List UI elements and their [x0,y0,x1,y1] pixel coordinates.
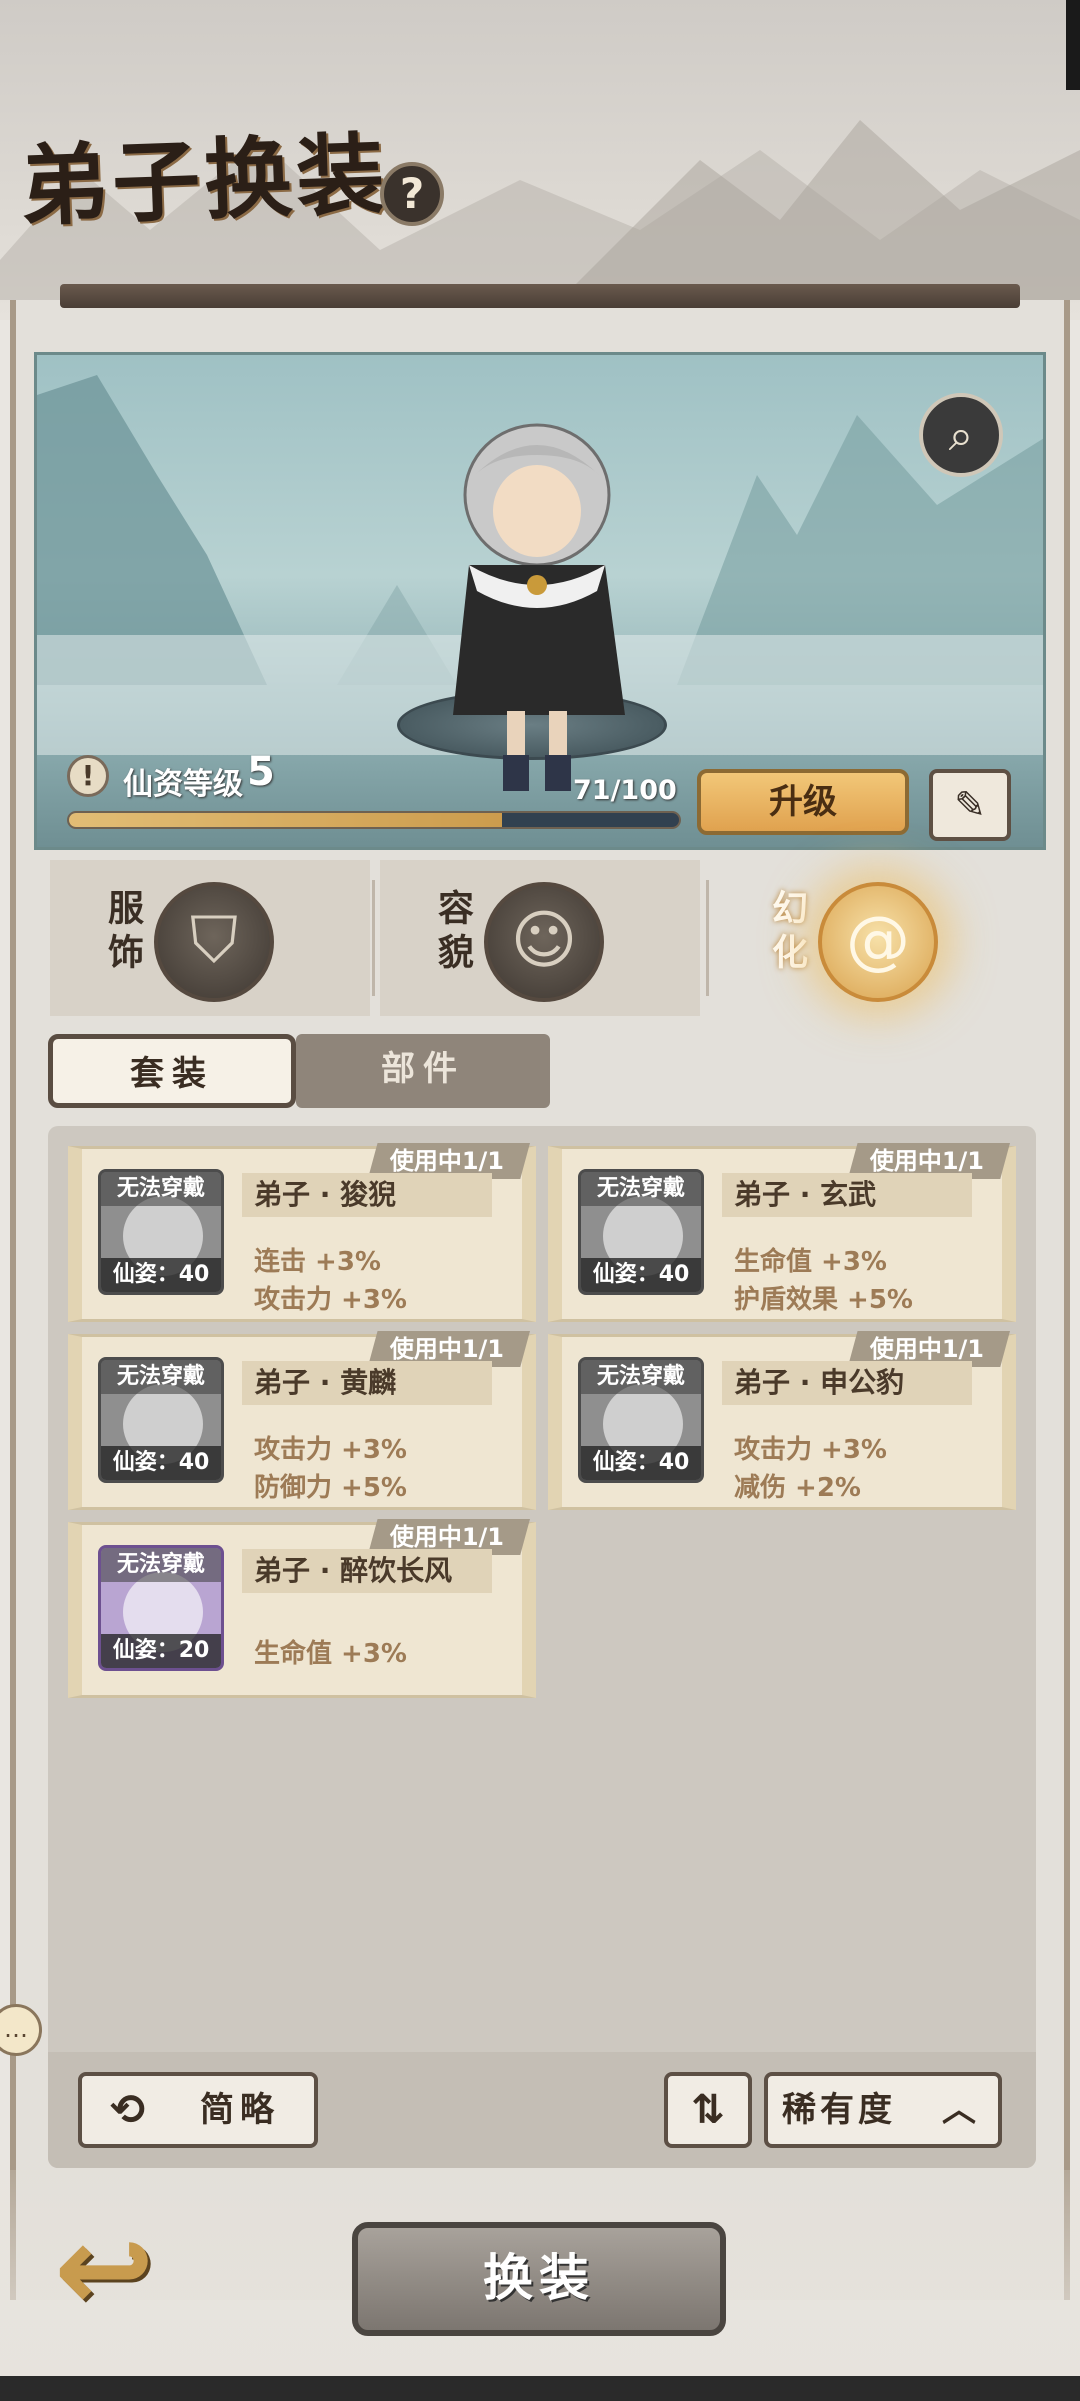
outfit-card[interactable]: 使用中1/1 无法穿戴 仙姿：40 弟子 · 玄武 生命值 +3% 护盾效果 +… [548,1143,1016,1322]
stat-line: 生命值 +3% [254,1639,407,1669]
tab-outfit[interactable]: 服饰 ⛉ [50,860,370,1016]
outfit-preview-icon[interactable]: ⌕ [919,393,1003,477]
level-label: 仙资等级 [123,767,243,802]
appearance-check-icon[interactable]: ✎ [929,769,1011,841]
subtab-parts[interactable]: 部件 [296,1034,550,1108]
upgrade-button[interactable]: 升级 [697,769,909,835]
panel-frame [60,284,1020,308]
stat-line: 攻击力 +3% [734,1435,887,1465]
tab-divider [372,880,375,996]
level-info-icon[interactable]: ! [67,755,109,797]
sort-label: 稀有度 [782,2090,896,2130]
sort-direction-icon[interactable]: ⇅ [664,2072,752,2148]
subtab-set[interactable]: 套装 [48,1034,296,1108]
cannot-wear-label: 无法穿戴 [101,1360,221,1394]
tab-divider [706,880,709,996]
tab-appearance[interactable]: 容貌 ☺ [380,860,700,1016]
cannot-wear-label: 无法穿戴 [101,1548,221,1582]
outfit-name: 弟子 · 醉饮长风 [242,1549,492,1593]
outfit-name: 弟子 · 申公豹 [722,1361,972,1405]
help-button[interactable]: ? [380,162,444,226]
outfit-name: 弟子 · 狻猊 [242,1173,492,1217]
portrait: 无法穿戴 仙姿：40 [578,1357,704,1483]
cannot-wear-label: 无法穿戴 [581,1172,701,1206]
tab-transform[interactable]: 幻化 @ [714,860,1034,1016]
status-edge [1066,0,1080,90]
character-preview: ⌕ ! 仙资等级 5 71/100 升级 ✎ [34,352,1046,850]
brief-label: 简略 [200,2090,280,2130]
character-sprite[interactable] [429,415,649,795]
cannot-wear-label: 无法穿戴 [101,1172,221,1206]
tab-outfit-label: 服饰 [102,889,143,977]
equip-button[interactable]: 换装 [352,2222,726,2336]
outfit-card[interactable]: 使用中1/1 无法穿戴 仙姿：40 弟子 · 狻猊 连击 +3% 攻击力 +3% [68,1143,536,1322]
nav-edge [0,2376,1080,2401]
charm-value: 仙姿：40 [101,1446,221,1480]
portrait: 无法穿戴 仙姿：40 [98,1357,224,1483]
chevron-up-icon: ︿ [942,2090,976,2130]
outfit-card[interactable]: 使用中1/1 无法穿戴 仙姿：40 弟子 · 申公豹 攻击力 +3% 减伤 +2… [548,1331,1016,1510]
portrait: 无法穿戴 仙姿：20 [98,1545,224,1671]
charm-value: 仙姿：40 [581,1258,701,1292]
robe-icon: ⛉ [154,882,274,1002]
stat-line: 防御力 +5% [254,1473,407,1503]
outfit-card[interactable]: 使用中1/1 无法穿戴 仙姿：20 弟子 · 醉饮长风 生命值 +3% [68,1519,536,1698]
charm-value: 仙姿：20 [101,1634,221,1668]
level-progress-fill [69,813,503,827]
outfit-list: 使用中1/1 无法穿戴 仙姿：40 弟子 · 狻猊 连击 +3% 攻击力 +3%… [48,1126,1036,2168]
stat-line: 护盾效果 +5% [734,1285,913,1315]
stat-line: 生命值 +3% [734,1247,887,1277]
charm-value: 仙姿：40 [581,1446,701,1480]
back-arrow-icon[interactable]: ↩ [54,2210,194,2340]
portrait: 无法穿戴 仙姿：40 [578,1169,704,1295]
tab-transform-label: 幻化 [766,889,807,977]
charm-value: 仙姿：40 [101,1258,221,1292]
sort-dropdown[interactable]: 稀有度 ︿ [764,2072,1002,2148]
face-icon: ☺ [484,882,604,1002]
stat-line: 减伤 +2% [734,1473,861,1503]
outfit-name: 弟子 · 黄麟 [242,1361,492,1405]
stat-line: 攻击力 +3% [254,1435,407,1465]
outfit-card[interactable]: 使用中1/1 无法穿戴 仙姿：40 弟子 · 黄麟 攻击力 +3% 防御力 +5… [68,1331,536,1510]
cannot-wear-label: 无法穿戴 [581,1360,701,1394]
level-progress-text: 71/100 [573,775,677,806]
stat-line: 攻击力 +3% [254,1285,407,1315]
stat-line: 连击 +3% [254,1247,381,1277]
page-title: 弟子换装 [18,121,390,239]
refresh-icon: ⟲ [110,2085,146,2134]
outfit-name: 弟子 · 玄武 [722,1173,972,1217]
category-tabs: 服饰 ⛉ 容貌 ☺ 幻化 @ [50,860,1030,1016]
swirl-icon: @ [818,882,938,1002]
portrait: 无法穿戴 仙姿：40 [98,1169,224,1295]
level-progress-bar [67,811,681,829]
brief-toggle-button[interactable]: ⟲ 简略 [78,2072,318,2148]
tab-appearance-label: 容貌 [432,889,473,977]
level-value: 5 [247,749,275,795]
